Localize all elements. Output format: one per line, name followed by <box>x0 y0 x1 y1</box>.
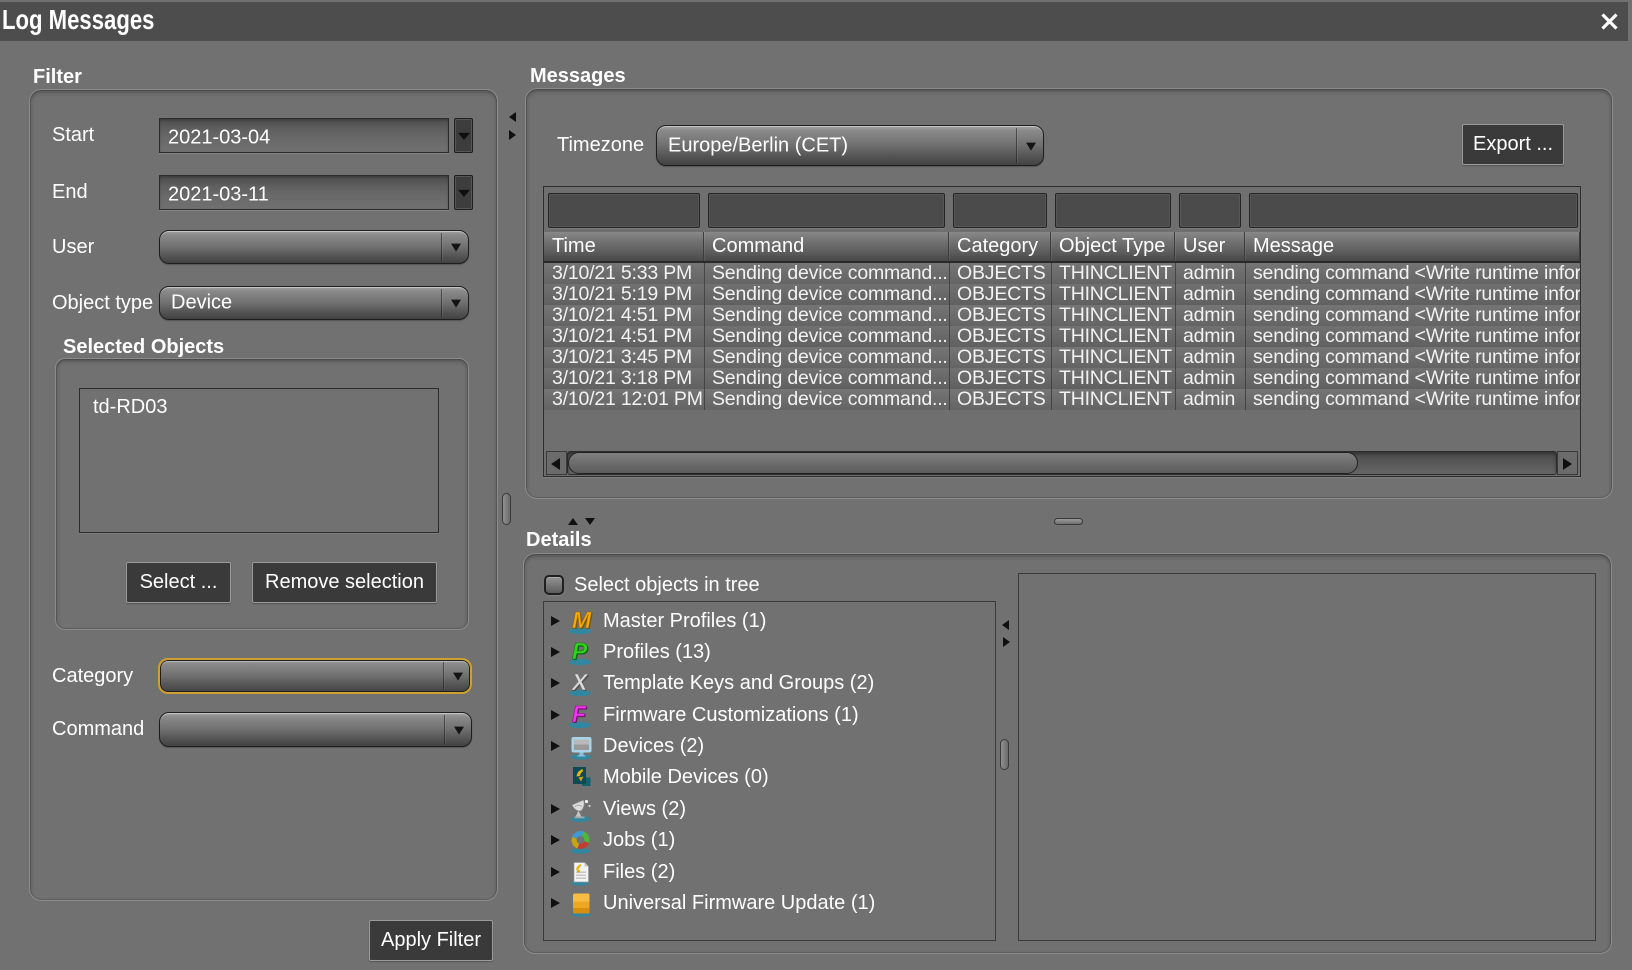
svg-text:F: F <box>572 702 587 727</box>
svg-text:P: P <box>572 639 588 664</box>
svg-text:M: M <box>572 608 592 633</box>
svg-text:X: X <box>570 670 589 695</box>
